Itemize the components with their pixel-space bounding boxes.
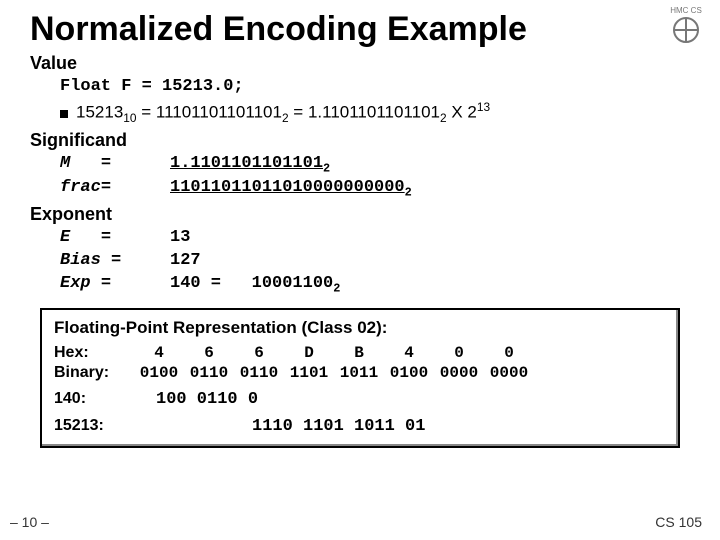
- logo-text: HMC CS: [660, 6, 712, 15]
- fp-box-head: Floating-Point Representation (Class 02)…: [54, 318, 666, 338]
- school-logo: HMC CS: [660, 6, 712, 58]
- wheel-icon: [673, 17, 699, 43]
- significand-m-row: M = 1.11011011011012: [60, 153, 690, 176]
- fp-hex-row: Hex: 466DB400: [54, 344, 666, 362]
- fp-140-row: 140: 100 0110 0: [54, 390, 666, 409]
- fp-representation-box: Floating-Point Representation (Class 02)…: [40, 308, 680, 448]
- section-significand-head: Significand: [30, 130, 690, 151]
- section-value-head: Value: [30, 53, 690, 74]
- fp-140-value: 100 0110 0: [156, 390, 258, 409]
- section-exponent-head: Exponent: [30, 204, 690, 225]
- exp-value: 140 = 100011002: [170, 273, 340, 296]
- value-declaration: Float F = 15213.0;: [60, 76, 690, 99]
- frac-value: 110110110110100000000002: [170, 177, 412, 200]
- fp-15213-row: 15213: 1110 1101 1011 01: [54, 417, 666, 436]
- fp-binary-row: Binary: 01000110011011011011010000000000: [54, 364, 666, 382]
- course-label: CS 105: [655, 514, 702, 530]
- page-number: – 10 –: [10, 514, 49, 530]
- m-value: 1.11011011011012: [170, 153, 330, 176]
- slide-title: Normalized Encoding Example: [30, 10, 690, 49]
- e-value: 13: [170, 227, 190, 250]
- fp-hex-value: 466DB400: [134, 344, 534, 362]
- exponent-e-row: E = 13: [60, 227, 690, 250]
- value-bullet-row: 1521310 = 111011011011012 = 1.1101101101…: [60, 99, 690, 126]
- bullet-icon: [60, 110, 68, 118]
- fp-binary-value: 01000110011011011011010000000000: [134, 364, 534, 382]
- exponent-exp-row: Exp = 140 = 100011002: [60, 273, 690, 296]
- fp-15213-value: 1110 1101 1011 01: [252, 417, 425, 436]
- significand-frac-row: frac= 110110110110100000000002: [60, 177, 690, 200]
- value-expression: 1521310 = 111011011011012 = 1.1101101101…: [76, 99, 490, 126]
- bias-value: 127: [170, 250, 201, 273]
- exponent-bias-row: Bias = 127: [60, 250, 690, 273]
